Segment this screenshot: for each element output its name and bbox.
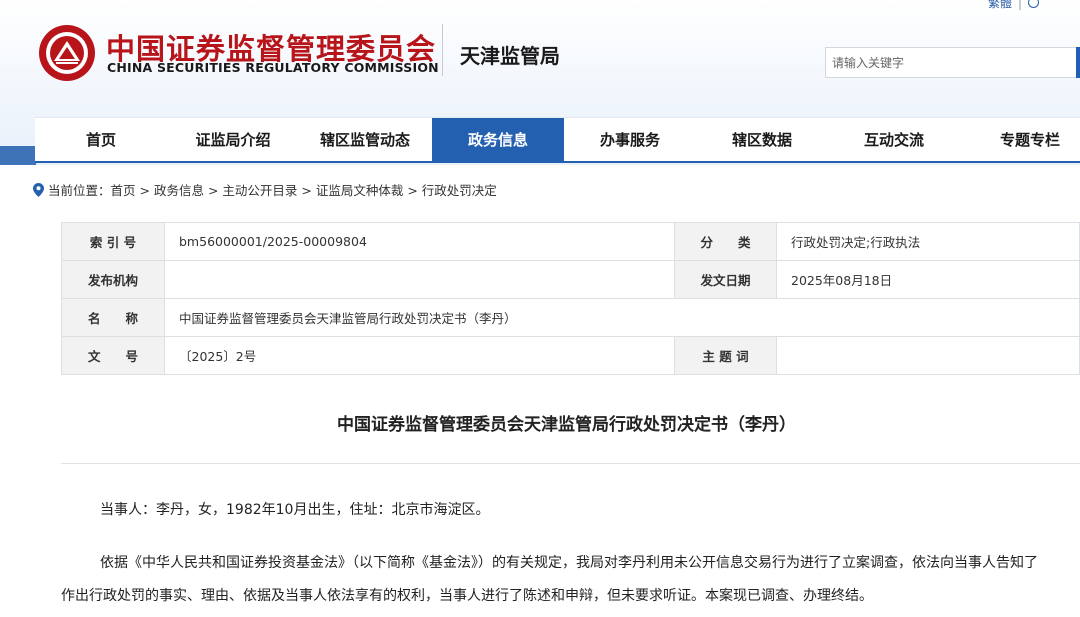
breadcrumb-home[interactable]: 首页 <box>111 183 136 198</box>
breadcrumb-sep: > <box>135 183 154 198</box>
document-name-value: 中国证券监督管理委员会天津监管局行政处罚决定书（李丹） <box>164 298 1080 337</box>
globe-icon[interactable] <box>1028 0 1040 8</box>
title-divider <box>61 463 1080 464</box>
nav-regional-news[interactable]: 辖区监管动态 <box>299 118 431 162</box>
category-label: 分 类 <box>674 222 777 261</box>
location-pin-icon <box>33 183 44 197</box>
top-link-separator: | <box>1018 0 1023 10</box>
keywords-value <box>776 336 1080 375</box>
document-metadata-table: 索 引 号 bm56000001/2025-00009804 分 类 行政处罚决… <box>61 222 1080 375</box>
document-name-label: 名 称 <box>61 298 165 337</box>
index-number-value: bm56000001/2025-00009804 <box>164 222 675 261</box>
nav-government-info[interactable]: 政务信息 <box>432 118 564 162</box>
breadcrumb: 当前位置：首页 > 政务信息 > 主动公开目录 > 证监局文种体裁 > 行政处罚… <box>33 180 497 199</box>
table-row: 名 称 中国证券监督管理委员会天津监管局行政处罚决定书（李丹） <box>61 298 1080 337</box>
breadcrumb-sep: > <box>403 183 422 198</box>
header-divider <box>442 24 443 76</box>
issuer-value <box>164 260 675 299</box>
index-number-label: 索 引 号 <box>61 222 165 261</box>
table-row: 发布机构 发文日期 2025年08月18日 <box>61 260 1080 299</box>
document-title: 中国证券监督管理委员会天津监管局行政处罚决定书（李丹） <box>337 415 796 435</box>
search-button[interactable] <box>1076 47 1080 78</box>
left-accent-bar <box>0 146 36 165</box>
csrc-emblem-icon[interactable] <box>38 24 96 82</box>
breadcrumb-penalty-decisions[interactable]: 行政处罚决定 <box>422 183 497 198</box>
nav-services[interactable]: 办事服务 <box>564 118 696 162</box>
nav-regional-data[interactable]: 辖区数据 <box>696 118 828 162</box>
breadcrumb-doc-genre[interactable]: 证监局文种体裁 <box>316 183 404 198</box>
document-number-label: 文 号 <box>61 336 165 375</box>
breadcrumb-government-info[interactable]: 政务信息 <box>154 183 204 198</box>
issuer-label: 发布机构 <box>61 260 165 299</box>
table-row: 文 号 〔2025〕2号 主 题 词 <box>61 336 1080 375</box>
document-number-value: 〔2025〕2号 <box>164 336 675 375</box>
category-value: 行政处罚决定;行政执法 <box>776 222 1080 261</box>
nav-home[interactable]: 首页 <box>35 118 167 162</box>
document-paragraph: 依据《中华人民共和国证券投资基金法》（以下简称《基金法》）的有关规定，我局对李丹… <box>100 555 1038 571</box>
bureau-name: 天津监管局 <box>460 44 560 68</box>
keywords-label: 主 题 词 <box>674 336 777 375</box>
search-input[interactable] <box>825 47 1077 78</box>
issue-date-value: 2025年08月18日 <box>776 260 1080 299</box>
breadcrumb-sep: > <box>297 183 316 198</box>
nav-interaction[interactable]: 互动交流 <box>828 118 960 162</box>
document-paragraph: 作出行政处罚的事实、理由、依据及当事人依法享有的权利，当事人进行了陈述和申辩，但… <box>61 588 873 604</box>
issue-date-label: 发文日期 <box>674 260 777 299</box>
breadcrumb-sep: > <box>203 183 223 198</box>
main-nav: 首页 证监局介绍 辖区监管动态 政务信息 办事服务 辖区数据 互动交流 专题专栏 <box>35 117 1080 163</box>
site-title-en: CHINA SECURITIES REGULATORY COMMISSION <box>107 60 439 75</box>
nav-bureau-intro[interactable]: 证监局介绍 <box>167 118 299 162</box>
traditional-chinese-link[interactable]: 繁體 <box>988 0 1012 10</box>
top-links: 繁體 | <box>988 0 1041 11</box>
breadcrumb-prefix: 当前位置： <box>48 183 111 198</box>
nav-special-topics[interactable]: 专题专栏 <box>975 118 1080 162</box>
document-paragraph: 当事人：李丹，女，1982年10月出生，住址：北京市海淀区。 <box>100 502 490 518</box>
table-row: 索 引 号 bm56000001/2025-00009804 分 类 行政处罚决… <box>61 222 1080 261</box>
breadcrumb-public-catalog[interactable]: 主动公开目录 <box>222 183 297 198</box>
